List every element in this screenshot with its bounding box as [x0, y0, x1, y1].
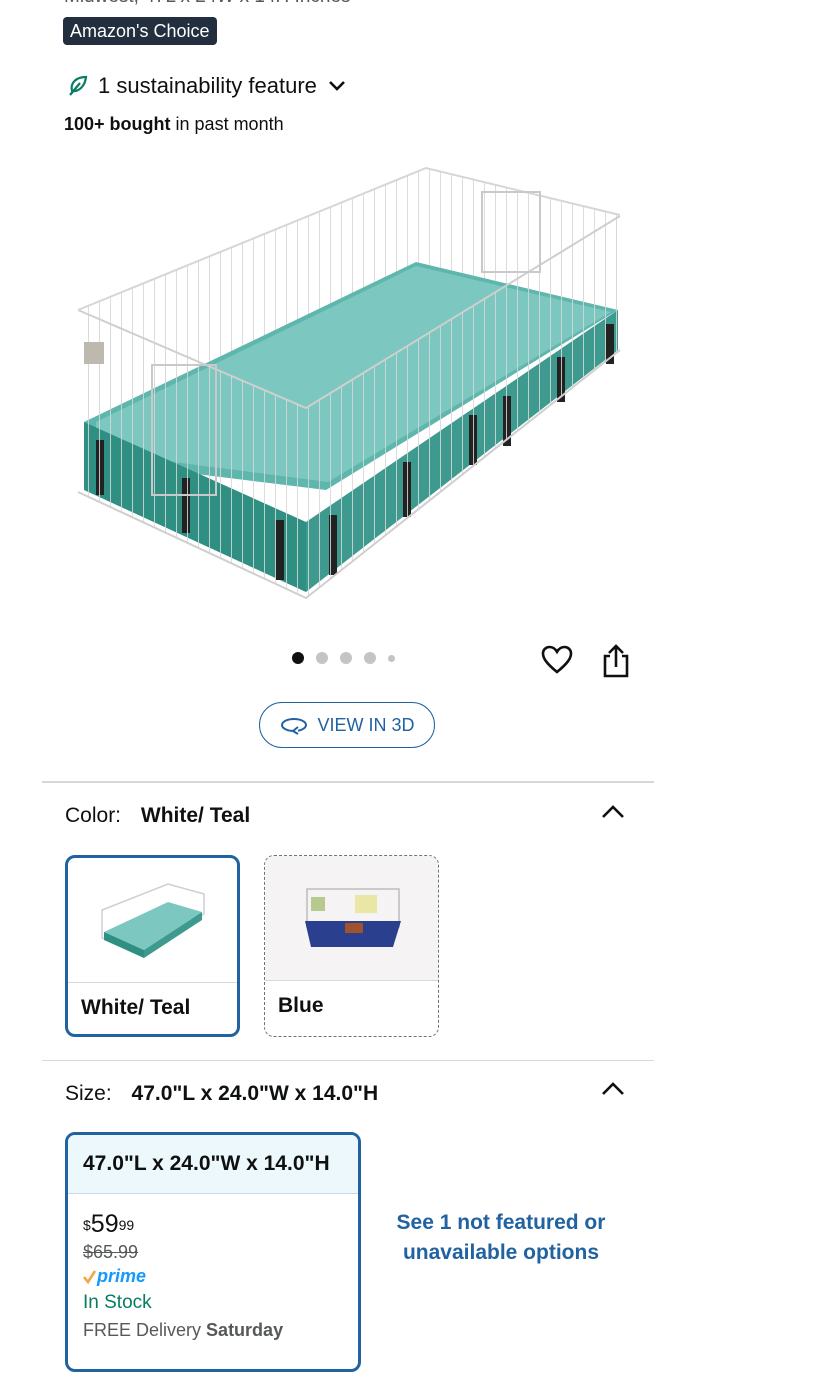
- rotate-3d-icon: [281, 718, 308, 735]
- carousel-dot[interactable]: [316, 652, 328, 664]
- carousel-dot[interactable]: [388, 654, 395, 662]
- prime-check-icon: [83, 1269, 96, 1284]
- delivery-prefix: FREE Delivery: [83, 1320, 202, 1340]
- heart-icon[interactable]: [540, 643, 574, 677]
- view-in-3d-button[interactable]: VIEW IN 3D: [259, 702, 435, 748]
- price-whole: 59: [90, 1210, 119, 1238]
- product-main-image[interactable]: [66, 160, 630, 600]
- bought-suffix: in past month: [175, 114, 284, 134]
- prime-badge: prime: [83, 1266, 358, 1287]
- swatch-name: Blue: [278, 994, 324, 1017]
- sustainability-feature-toggle[interactable]: 1 sustainability feature: [66, 70, 347, 102]
- stock-status: In Stock: [83, 1292, 152, 1313]
- product-title-partial: Midwest, 47L x 24W x 14H Inches: [64, 0, 351, 8]
- section-divider: [42, 781, 654, 783]
- color-selected-value: White/ Teal: [140, 804, 251, 827]
- carousel-dot[interactable]: [292, 652, 304, 664]
- swatch-thumbnail: [265, 856, 438, 981]
- sustainability-label: 1 sustainability feature: [98, 73, 317, 98]
- price: $5999: [83, 1210, 358, 1238]
- list-price: $65.99: [83, 1242, 139, 1262]
- leaf-icon: [69, 75, 88, 96]
- delivery-info: FREE Delivery Saturday: [83, 1320, 358, 1341]
- swatch-thumbnail: [68, 858, 237, 983]
- bought-in-past-month: 100+ bought in past month: [64, 114, 284, 135]
- chevron-up-icon[interactable]: [600, 1080, 626, 1098]
- delivery-day: Saturday: [206, 1320, 284, 1340]
- section-divider: [42, 1060, 654, 1061]
- size-label-row: Size: 47.0"L x 24.0"W x 14.0"H: [65, 1082, 378, 1106]
- price-currency: $: [83, 1217, 91, 1233]
- price-fraction: 99: [118, 1217, 135, 1233]
- carousel-dot[interactable]: [340, 652, 352, 664]
- chevron-down-icon: [328, 81, 345, 91]
- color-option-white-teal[interactable]: White/ Teal: [65, 855, 240, 1037]
- size-label: Size:: [65, 1082, 112, 1105]
- see-unavailable-options-link[interactable]: See 1 not featured or unavailable option…: [396, 1208, 606, 1268]
- chevron-up-icon[interactable]: [600, 803, 626, 821]
- color-option-blue[interactable]: Blue: [264, 855, 439, 1037]
- view-in-3d-label: VIEW IN 3D: [317, 714, 415, 735]
- size-option-card[interactable]: 47.0"L x 24.0"W x 14.0"H $5999 $65.99 pr…: [65, 1132, 361, 1372]
- bought-count: 100+ bought: [64, 114, 171, 134]
- color-label-row: Color: White/ Teal: [65, 804, 250, 828]
- image-carousel-dots[interactable]: [292, 652, 395, 664]
- color-label: Color:: [65, 804, 122, 827]
- prime-label: prime: [97, 1266, 147, 1286]
- carousel-dot[interactable]: [364, 652, 376, 664]
- size-option-name: 47.0"L x 24.0"W x 14.0"H: [68, 1135, 358, 1194]
- amazons-choice-badge: Amazon's Choice: [63, 17, 217, 45]
- cage-illustration: [77, 166, 621, 600]
- share-icon[interactable]: [600, 643, 632, 679]
- size-selected-value: 47.0"L x 24.0"W x 14.0"H: [131, 1082, 379, 1105]
- swatch-name: White/ Teal: [81, 996, 191, 1019]
